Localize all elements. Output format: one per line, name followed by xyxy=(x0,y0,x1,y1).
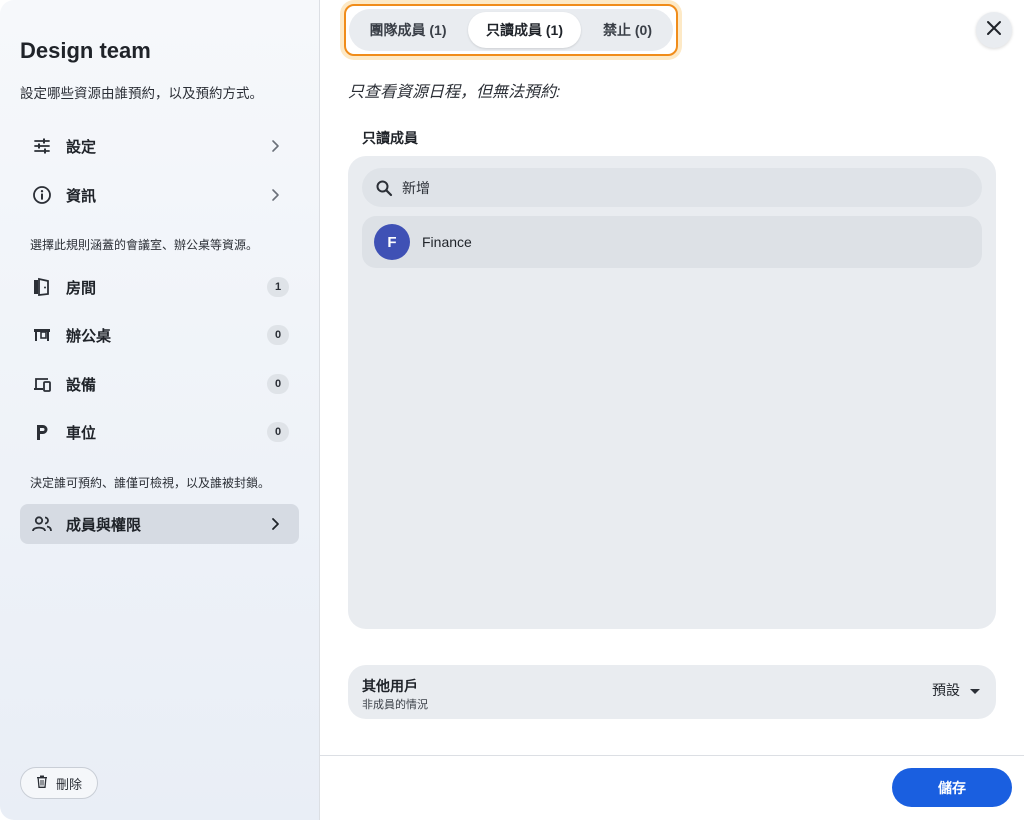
sidebar-item-members[interactable]: 成員與權限 xyxy=(20,504,299,544)
sidebar-subtitle: 設定哪些資源由誰預約，以及預約方式。 xyxy=(20,86,263,101)
dialog-window: Design team 設定哪些資源由誰預約，以及預約方式。 設定 資訊 選擇此… xyxy=(0,0,1024,820)
count-badge: 0 xyxy=(267,422,289,442)
other-users-subtitle: 非成員的情況 xyxy=(362,699,428,711)
count-badge: 1 xyxy=(267,277,289,297)
permissions-note: 決定誰可預約、誰僅可檢視，以及誰被封鎖。 xyxy=(30,476,271,490)
add-member-search[interactable] xyxy=(362,168,982,207)
parking-icon xyxy=(31,421,53,443)
close-button[interactable] xyxy=(976,12,1012,48)
delete-button[interactable]: 刪除 xyxy=(20,767,98,799)
sidebar-item-label: 資訊 xyxy=(66,187,97,205)
sidebar-title: Design team xyxy=(20,38,151,63)
other-users-dropdown[interactable]: 預設 xyxy=(932,680,980,700)
member-name: Finance xyxy=(422,234,472,250)
tab-read-only-members[interactable]: 只讀成員 (1) xyxy=(468,12,581,48)
caret-down-icon xyxy=(970,682,980,698)
sidebar-item-rooms[interactable]: 房間 1 xyxy=(20,267,299,307)
section-title: 只讀成員 xyxy=(362,130,418,146)
search-input[interactable] xyxy=(402,179,942,196)
tab-blocked[interactable]: 禁止 (0) xyxy=(585,12,670,48)
chevron-right-icon xyxy=(267,516,283,532)
sidebar-item-info[interactable]: 資訊 xyxy=(20,175,299,215)
sidebar-item-label: 設定 xyxy=(66,138,97,156)
dropdown-value: 預設 xyxy=(932,682,960,698)
count-badge: 0 xyxy=(267,325,289,345)
member-row[interactable]: F Finance xyxy=(362,216,982,268)
desk-icon xyxy=(31,324,53,346)
chevron-right-icon xyxy=(267,187,283,203)
people-icon xyxy=(31,513,53,535)
sidebar-item-label: 房間 xyxy=(66,279,97,297)
sidebar-item-equipment[interactable]: 設備 0 xyxy=(20,364,299,404)
sidebar-item-parking[interactable]: 車位 0 xyxy=(20,412,299,452)
member-tabs: 團隊成員 (1) 只讀成員 (1) 禁止 (0) xyxy=(349,9,673,51)
close-icon xyxy=(986,20,1002,41)
delete-label: 刪除 xyxy=(55,776,82,792)
resources-note: 選擇此規則涵蓋的會議室、辦公桌等資源。 xyxy=(30,238,259,252)
sidebar: Design team 設定哪些資源由誰預約，以及預約方式。 設定 資訊 選擇此… xyxy=(0,0,320,820)
sidebar-item-settings[interactable]: 設定 xyxy=(20,126,299,166)
sidebar-item-label: 辦公桌 xyxy=(66,327,112,345)
sliders-icon xyxy=(31,135,53,157)
sidebar-item-desks[interactable]: 辦公桌 0 xyxy=(20,315,299,355)
tab-description: 只查看資源日程，但無法預約: xyxy=(348,84,561,101)
search-icon xyxy=(375,179,393,197)
devices-icon xyxy=(31,373,53,395)
count-badge: 0 xyxy=(267,374,289,394)
trash-icon xyxy=(36,775,48,791)
save-button[interactable]: 儲存 xyxy=(892,768,1012,807)
tab-team-members[interactable]: 團隊成員 (1) xyxy=(352,12,464,48)
other-users-row: 其他用戶 非成員的情況 預設 xyxy=(348,665,996,719)
chevron-right-icon xyxy=(267,138,283,154)
footer-divider xyxy=(320,755,1024,756)
avatar: F xyxy=(374,224,410,260)
sidebar-item-label: 車位 xyxy=(66,424,97,442)
other-users-title: 其他用戶 xyxy=(362,678,418,694)
sidebar-item-label: 設備 xyxy=(66,376,97,394)
info-icon xyxy=(31,184,53,206)
door-icon xyxy=(31,276,53,298)
sidebar-item-label: 成員與權限 xyxy=(66,516,142,534)
